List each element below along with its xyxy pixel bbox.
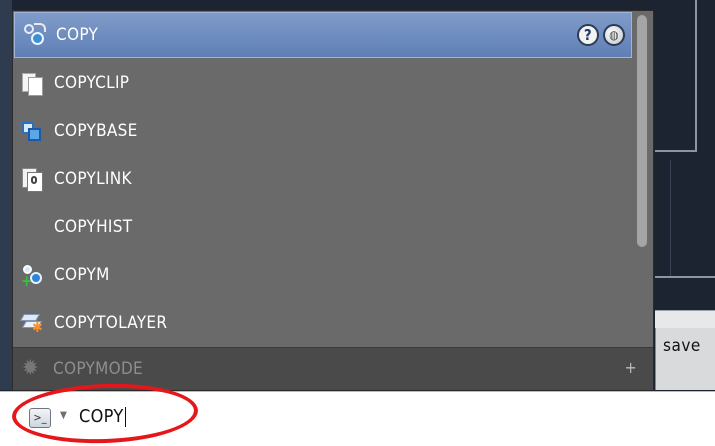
copyclip-icon — [20, 71, 44, 96]
list-item-label: COPYCLIP — [54, 73, 130, 93]
drawing-line — [695, 0, 697, 152]
list-item-copytolayer[interactable]: ✱ COPYTOLAYER — [13, 299, 633, 347]
list-item-copylink[interactable]: COPYLINK — [13, 155, 633, 203]
list-item-copym[interactable]: + COPYM — [13, 251, 633, 299]
copylink-icon — [20, 167, 44, 192]
list-item-label: COPYHIST — [54, 217, 133, 237]
list-item-label: COPYLINK — [54, 169, 132, 189]
drawing-line — [655, 150, 695, 152]
list-item-copybase[interactable]: COPYBASE — [13, 107, 633, 155]
save-label: save — [663, 336, 701, 356]
list-item-label: COPYBASE — [54, 121, 138, 141]
search-online-icon[interactable]: ◍ — [603, 24, 625, 46]
help-icon[interactable]: ? — [577, 24, 599, 46]
blank-icon — [20, 215, 44, 239]
drawing-line — [670, 160, 671, 276]
list-item-copy[interactable]: COPY ? ◍ — [14, 12, 632, 58]
copym-icon: + — [20, 263, 44, 289]
autocomplete-items: COPY ? ◍ COPYCLIP COPYBASE COPYLINK COPY… — [13, 11, 633, 347]
scrollbar-thumb[interactable] — [637, 15, 647, 247]
drawing-line — [655, 276, 715, 278]
gear-icon: ✹ — [22, 356, 39, 381]
list-item-label: COPYM — [54, 265, 110, 285]
list-item-label: COPY — [56, 25, 99, 45]
list-item-label: COPYTOLAYER — [54, 313, 168, 333]
copytolayer-icon: ✱ — [19, 311, 44, 336]
list-item-copyclip[interactable]: COPYCLIP — [13, 59, 633, 107]
list-item-label: COPYMODE — [53, 359, 143, 379]
left-palette-edge — [0, 0, 12, 390]
list-item-copyhist[interactable]: COPYHIST — [13, 203, 633, 251]
copy-icon — [22, 23, 46, 47]
expand-icon[interactable]: + — [625, 358, 637, 377]
copybase-icon — [20, 119, 44, 143]
command-autocomplete-list: COPY ? ◍ COPYCLIP COPYBASE COPYLINK COPY… — [12, 10, 654, 391]
